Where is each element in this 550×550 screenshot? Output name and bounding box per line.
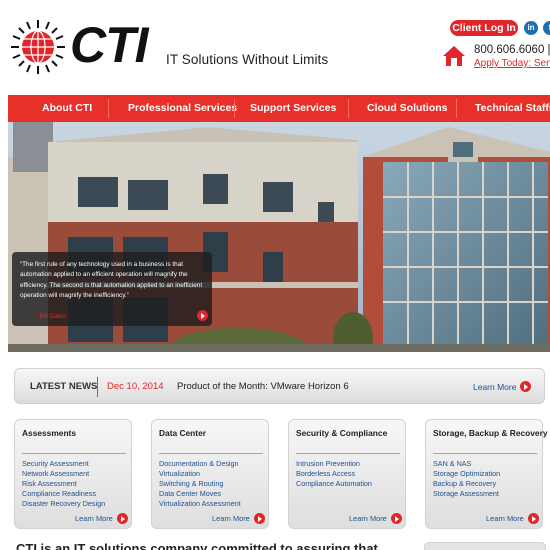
card-link[interactable]: Intrusion Prevention xyxy=(296,459,372,469)
card-data-center: Data Center Documentation & Design Virtu… xyxy=(151,419,269,529)
card-storage-backup: Storage, Backup & Recovery SAN & NAS Sto… xyxy=(425,419,548,529)
facebook-icon[interactable]: f xyxy=(543,21,550,35)
phone-number[interactable]: 800.606.6060 | in xyxy=(474,44,550,56)
card-title: Data Center xyxy=(159,428,207,438)
card-link[interactable]: Switching & Routing xyxy=(159,479,241,489)
arrow-right-icon[interactable] xyxy=(117,513,128,524)
card-learn-more-link[interactable]: Learn More xyxy=(212,514,250,523)
card-link-list: Security Assessment Network Assessment R… xyxy=(22,459,105,509)
card-link-list: Documentation & Design Virtualization Sw… xyxy=(159,459,241,509)
arrow-right-icon[interactable] xyxy=(520,381,531,392)
card-divider xyxy=(22,453,126,454)
card-link[interactable]: Virtualization xyxy=(159,469,241,479)
site-header: CTI IT Solutions Without Limits Client L… xyxy=(0,0,550,95)
client-login-button[interactable]: Client Log In xyxy=(450,20,518,36)
card-assessments: Assessments Security Assessment Network … xyxy=(14,419,132,529)
card-divider xyxy=(433,453,537,454)
nav-about[interactable]: About CTI xyxy=(42,95,92,122)
nav-divider xyxy=(234,99,235,118)
card-divider xyxy=(296,453,400,454)
home-icon[interactable] xyxy=(442,44,466,68)
globe-sunburst-icon xyxy=(11,20,65,74)
card-link[interactable]: SAN & NAS xyxy=(433,459,500,469)
card-link[interactable]: Storage Assessment xyxy=(433,489,500,499)
card-title: Storage, Backup & Recovery xyxy=(433,428,548,438)
card-link[interactable]: Virtualization Assessment xyxy=(159,499,241,509)
nav-divider xyxy=(348,99,349,118)
nav-cloud-solutions[interactable]: Cloud Solutions xyxy=(367,95,448,122)
latest-news-bar: LATEST NEWS Dec 10, 2014 Product of the … xyxy=(14,368,545,404)
nav-technical-staffing[interactable]: Technical Staffing xyxy=(475,95,550,122)
intro-heading: CTI is an IT solutions company committed… xyxy=(16,541,378,550)
card-learn-more-link[interactable]: Learn More xyxy=(486,514,524,523)
news-date: Dec 10, 2014 xyxy=(107,381,164,392)
card-divider xyxy=(159,453,263,454)
card-link[interactable]: Compliance Automation xyxy=(296,479,372,489)
hero-banner: “The first rule of any technology used i… xyxy=(8,122,550,352)
card-link[interactable]: Disaster Recovery Design xyxy=(22,499,105,509)
quote-overlay: “The first rule of any technology used i… xyxy=(12,252,212,326)
card-learn-more-link[interactable]: Learn More xyxy=(75,514,113,523)
card-link-list: SAN & NAS Storage Optimization Backup & … xyxy=(433,459,500,499)
nav-professional-services[interactable]: Professional Services xyxy=(128,95,237,122)
linkedin-icon[interactable]: in xyxy=(524,21,538,35)
arrow-right-icon[interactable] xyxy=(391,513,402,524)
tagline: IT Solutions Without Limits xyxy=(166,52,329,67)
card-title: Assessments xyxy=(22,428,77,438)
news-divider xyxy=(97,377,98,397)
card-link[interactable]: Storage Optimization xyxy=(433,469,500,479)
card-title: Security & Compliance xyxy=(296,428,388,438)
cti-logo[interactable]: CTI xyxy=(8,18,158,76)
card-learn-more-link[interactable]: Learn More xyxy=(349,514,387,523)
card-link[interactable]: Risk Assessment xyxy=(22,479,105,489)
quote-author: - Bill Gates xyxy=(36,314,66,320)
news-learn-more-link[interactable]: Learn More xyxy=(473,382,516,392)
card-security-compliance: Security & Compliance Intrusion Preventi… xyxy=(288,419,406,529)
card-link[interactable]: Compliance Readiness xyxy=(22,489,105,499)
card-link-list: Intrusion Prevention Borderless Access C… xyxy=(296,459,372,489)
card-link[interactable]: Data Center Moves xyxy=(159,489,241,499)
nav-support-services[interactable]: Support Services xyxy=(250,95,336,122)
card-link[interactable]: Backup & Recovery xyxy=(433,479,500,489)
arrow-right-icon[interactable] xyxy=(528,513,539,524)
news-label: LATEST NEWS xyxy=(30,381,98,392)
news-headline[interactable]: Product of the Month: VMware Horizon 6 xyxy=(177,381,349,392)
quote-text: “The first rule of any technology used i… xyxy=(20,261,203,299)
apply-link[interactable]: Apply Today: Senior xyxy=(474,58,550,69)
logo-wordmark: CTI xyxy=(70,17,149,73)
arrow-right-icon[interactable] xyxy=(254,513,265,524)
card-link[interactable]: Documentation & Design xyxy=(159,459,241,469)
card-link[interactable]: Borderless Access xyxy=(296,469,372,479)
card-link[interactable]: Security Assessment xyxy=(22,459,105,469)
nav-divider xyxy=(108,99,109,118)
play-arrow-icon[interactable] xyxy=(197,310,208,321)
main-nav: About CTI Professional Services Support … xyxy=(8,95,550,122)
sidebar-box xyxy=(424,542,546,550)
card-link[interactable]: Network Assessment xyxy=(22,469,105,479)
nav-divider xyxy=(456,99,457,118)
